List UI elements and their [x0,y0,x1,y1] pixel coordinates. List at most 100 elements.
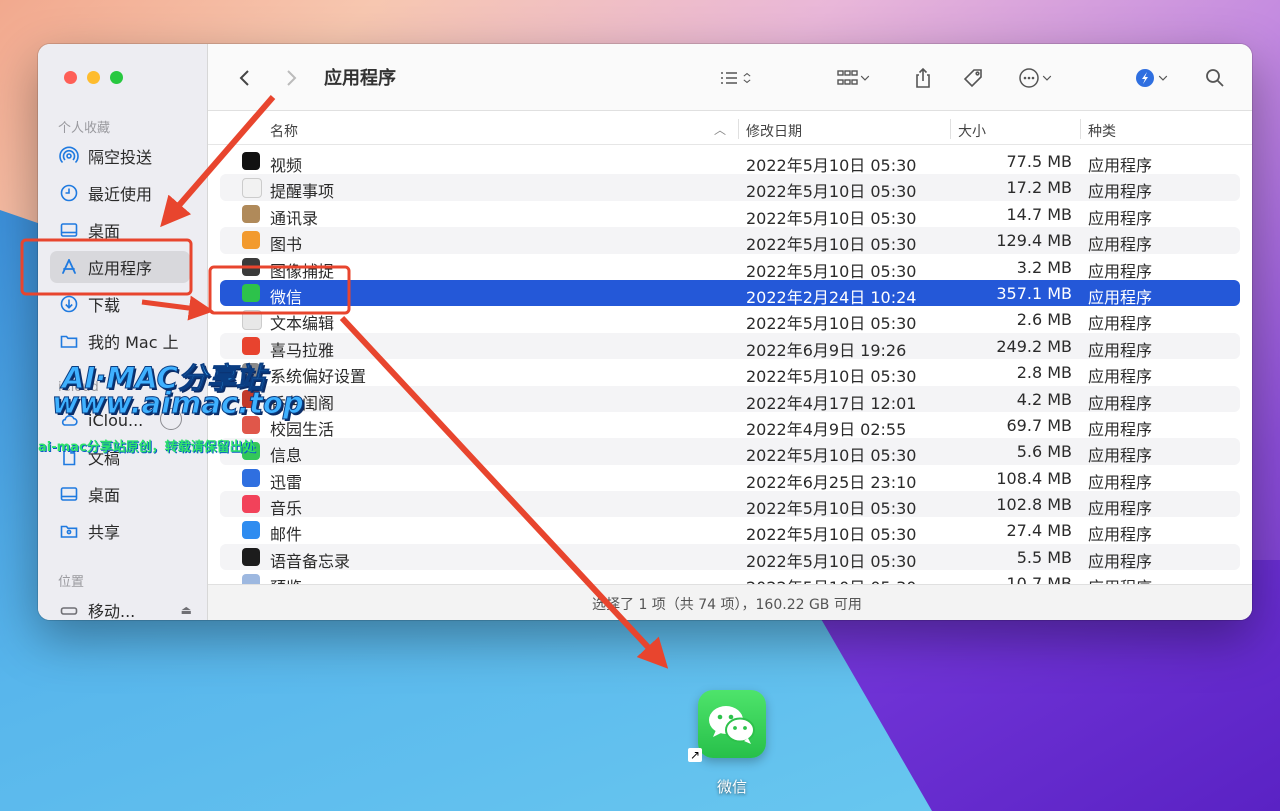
column-name[interactable]: 名称 [270,121,298,141]
sidebar-item-label: 共享 [88,523,121,542]
file-kind: 应用程序 [1088,235,1153,255]
file-size: 249.2 MB [996,336,1072,356]
view-mode-button[interactable] [718,64,768,92]
file-kind: 应用程序 [1088,419,1153,439]
file-date: 2022年5月10日 05:30 [746,499,917,519]
table-row[interactable]: 喜马拉雅 2022年6月9日 19:26 249.2 MB 应用程序 [220,332,1240,360]
app-icon [242,521,260,540]
table-row[interactable]: 校园生活 2022年4月9日 02:55 69.7 MB 应用程序 [220,412,1240,439]
file-kind: 应用程序 [1088,525,1153,545]
table-row[interactable]: 通讯录 2022年5月10日 05:30 14.7 MB 应用程序 [220,201,1240,228]
quick-action-button[interactable] [1134,64,1178,92]
file-size: 3.2 MB [1016,257,1072,277]
table-row[interactable]: 系统偏好设置 2022年5月10日 05:30 2.8 MB 应用程序 [220,359,1240,387]
app-icon [242,310,262,331]
table-row[interactable]: 图像捕捉 2022年5月10日 05:30 3.2 MB 应用程序 [220,254,1240,281]
table-row[interactable]: 语音备忘录 2022年5月10日 05:30 5.5 MB 应用程序 [220,543,1240,571]
share-icon [916,67,930,88]
zoom-button[interactable] [110,71,123,84]
column-date[interactable]: 修改日期 [746,121,802,141]
table-row[interactable]: 文本编辑 2022年5月10日 05:30 2.6 MB 应用程序 [220,306,1240,333]
file-name: 微信 [270,287,303,307]
grid-icon [837,70,858,85]
file-date: 2022年4月17日 12:01 [746,393,917,413]
table-row[interactable]: 信息 2022年5月10日 05:30 5.6 MB 应用程序 [220,438,1240,466]
desktop-icon [58,219,80,241]
tag-button[interactable] [962,64,984,92]
share-button[interactable] [912,64,934,92]
file-kind: 应用程序 [1088,156,1153,175]
tag-icon [963,69,982,88]
eject-icon[interactable]: ⏏ [181,603,192,617]
file-size: 4.2 MB [1016,389,1072,409]
sidebar-item-label: 下载 [88,296,121,315]
status-text: 选择了 1 项（共 74 项），160.22 GB 可用 [592,597,862,613]
search-button[interactable] [1204,64,1226,92]
file-name: 视频 [270,156,303,175]
file-kind: 应用程序 [1088,472,1153,492]
table-row[interactable]: 视频 2022年5月10日 05:30 77.5 MB 应用程序 [220,148,1240,175]
minimize-button[interactable] [87,71,100,84]
forward-button[interactable] [280,64,302,92]
file-name: 图像捕捉 [270,261,335,281]
sidebar: 个人收藏 隔空投送 最近使用 桌面 应用程序 下载 我的 Mac 上 iClou… [38,44,208,620]
back-button[interactable] [234,64,256,92]
file-kind: 应用程序 [1088,340,1153,360]
desktop-wechat-alias[interactable] [698,690,766,758]
file-date: 2022年5月10日 05:30 [746,574,916,584]
sidebar-item-label: 桌面 [88,486,121,505]
shared-folder-icon [58,520,80,542]
sidebar-item-label: 最近使用 [88,185,153,204]
column-size[interactable]: 大小 [958,121,986,141]
file-kind: 应用程序 [1088,393,1153,413]
table-row[interactable]: 预览 2022年5月10日 05:30 10.7 MB 应用程序 [220,570,1240,584]
table-row[interactable]: 图书 2022年5月10日 05:30 129.4 MB 应用程序 [220,227,1240,255]
sidebar-item-desktop[interactable]: 桌面 [50,214,190,246]
sidebar-item-icloud-desktop[interactable]: 桌面 [50,478,190,510]
sort-ascending-icon[interactable]: ︿ [714,121,726,138]
file-kind: 应用程序 [1088,499,1153,519]
file-date: 2022年5月10日 05:30 [746,261,917,281]
table-row[interactable]: 提醒事项 2022年5月10日 05:30 17.2 MB 应用程序 [220,174,1240,202]
file-date: 2022年5月10日 05:30 [746,367,917,387]
file-date: 2022年5月10日 05:30 [746,446,917,466]
file-kind: 应用程序 [1088,182,1153,202]
watermark-notice: ai-mac分享站原创，转载请保留出处 [38,440,256,455]
column-kind[interactable]: 种类 [1088,121,1116,141]
app-icon [242,178,262,199]
compass-icon [1136,69,1154,87]
chevron-down-icon [1158,75,1168,81]
table-row[interactable]: 邮件 2022年5月10日 05:30 27.4 MB 应用程序 [220,517,1240,545]
sidebar-item-downloads[interactable]: 下载 [50,288,190,320]
table-row[interactable]: 香色闺阁 2022年4月17日 12:01 4.2 MB 应用程序 [220,385,1240,413]
sidebar-item-removable-drive[interactable]: 移动... ⏏ [50,594,192,620]
status-bar: 选择了 1 项（共 74 项），160.22 GB 可用 [208,584,1252,620]
sidebar-item-recents[interactable]: 最近使用 [50,177,190,209]
more-button[interactable] [1018,64,1068,92]
search-icon [1206,69,1224,87]
favorites-section-title: 个人收藏 [58,121,111,136]
sidebar-item-shared[interactable]: 共享 [50,515,190,547]
app-icon [242,231,260,250]
close-button[interactable] [64,71,77,84]
sidebar-item-my-mac[interactable]: 我的 Mac 上 [50,325,190,357]
group-button[interactable] [836,64,886,92]
table-row[interactable]: 微信 2022年2月24日 10:24 357.1 MB 应用程序 [220,279,1240,307]
applications-icon [58,256,80,278]
app-icon [242,283,260,302]
table-row[interactable]: 音乐 2022年5月10日 05:30 102.8 MB 应用程序 [220,491,1240,519]
file-name: 预览 [270,574,302,584]
file-name: 迅雷 [270,472,303,492]
sidebar-item-airdrop[interactable]: 隔空投送 [50,140,190,172]
app-icon [242,152,260,170]
sidebar-item-label: 我的 Mac 上 [88,333,179,352]
file-size: 2.8 MB [1016,363,1072,383]
table-row[interactable]: 迅雷 2022年6月25日 23:10 108.4 MB 应用程序 [220,465,1240,492]
window-controls [64,71,123,84]
alias-arrow-icon: ↗ [688,748,702,762]
file-date: 2022年5月10日 05:30 [746,208,917,228]
airdrop-icon [58,145,80,167]
file-date: 2022年5月10日 05:30 [746,551,917,571]
app-icon [242,495,260,514]
sidebar-item-applications[interactable]: 应用程序 [50,251,190,283]
